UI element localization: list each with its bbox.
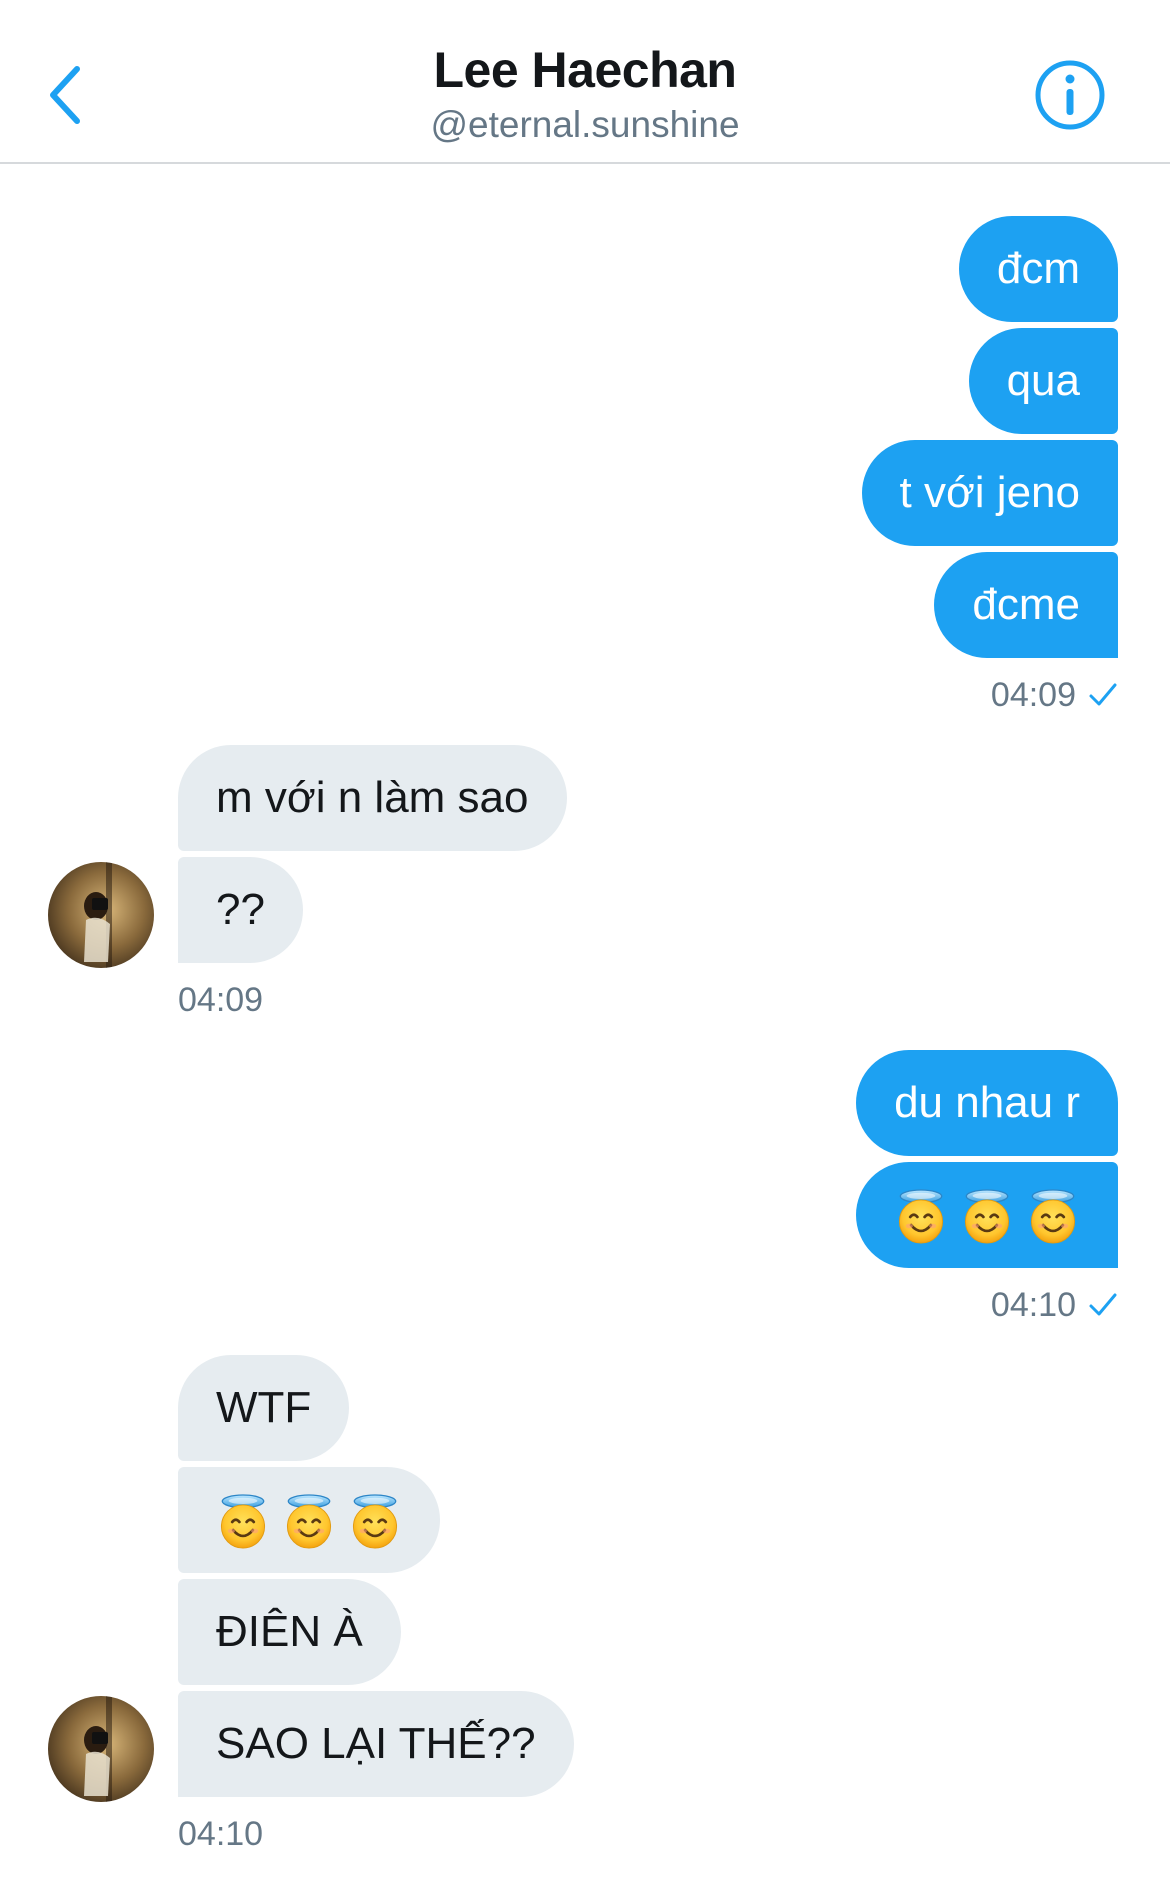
- message-text: đcme: [972, 580, 1080, 629]
- message-text: đcm: [996, 244, 1080, 293]
- received-message[interactable]: ??: [178, 857, 303, 963]
- smiling-face-with-halo-icon: [960, 1188, 1014, 1246]
- message-text: ĐIÊN À: [216, 1607, 363, 1656]
- message-timestamp: 04:09: [178, 980, 263, 1020]
- title-block: Lee Haechan @eternal.sunshine: [0, 40, 1170, 150]
- smiling-face-with-halo-icon: [348, 1493, 402, 1551]
- timestamp-text: 04:10: [990, 1286, 1076, 1324]
- message-text: SAO LẠI THẾ??: [216, 1719, 536, 1768]
- timestamp-text: 04:10: [178, 1815, 264, 1853]
- emoji-group: [216, 1493, 402, 1551]
- received-message[interactable]: SAO LẠI THẾ??: [178, 1691, 574, 1797]
- avatar-image: [48, 1696, 154, 1802]
- sent-message[interactable]: qua: [968, 328, 1118, 434]
- contact-handle[interactable]: @eternal.sunshine: [0, 100, 1170, 150]
- smiling-face-with-halo-icon: [282, 1493, 336, 1551]
- smiling-face-with-halo-icon: [216, 1493, 270, 1551]
- conversation-header: Lee Haechan @eternal.sunshine: [0, 0, 1170, 164]
- avatar[interactable]: [48, 862, 154, 968]
- received-message[interactable]: m với n làm sao: [178, 745, 567, 851]
- message-text: t với jeno: [899, 468, 1081, 517]
- message-timestamp: 04:09: [991, 675, 1118, 715]
- info-button[interactable]: [1030, 55, 1110, 135]
- timestamp-text: 04:09: [178, 981, 264, 1019]
- received-message[interactable]: ĐIÊN À: [178, 1579, 401, 1685]
- message-timestamp: 04:10: [991, 1285, 1118, 1325]
- sent-emoji-message[interactable]: [856, 1162, 1118, 1268]
- emoji-group: [894, 1188, 1080, 1246]
- info-icon: [1035, 60, 1105, 130]
- timestamp-text: 04:09: [990, 676, 1076, 714]
- checkmark-icon: [1089, 1293, 1117, 1316]
- message-timestamp: 04:10: [178, 1814, 263, 1854]
- sent-message[interactable]: t với jeno: [861, 440, 1118, 546]
- message-text: m với n làm sao: [216, 773, 529, 822]
- message-text: ??: [216, 885, 265, 934]
- checkmark-icon: [1089, 683, 1117, 706]
- smiling-face-with-halo-icon: [1026, 1188, 1080, 1246]
- sent-message[interactable]: du nhau r: [856, 1050, 1118, 1156]
- smiling-face-with-halo-icon: [894, 1188, 948, 1246]
- avatar-image: [48, 862, 154, 968]
- avatar[interactable]: [48, 1696, 154, 1802]
- message-text: qua: [1006, 356, 1080, 405]
- contact-name[interactable]: Lee Haechan: [0, 40, 1170, 100]
- sent-message[interactable]: đcme: [934, 552, 1118, 658]
- received-message[interactable]: WTF: [178, 1355, 350, 1461]
- message-text: WTF: [216, 1383, 312, 1432]
- message-text: du nhau r: [894, 1078, 1080, 1127]
- received-emoji-message[interactable]: [178, 1467, 440, 1573]
- sent-message[interactable]: đcm: [958, 216, 1118, 322]
